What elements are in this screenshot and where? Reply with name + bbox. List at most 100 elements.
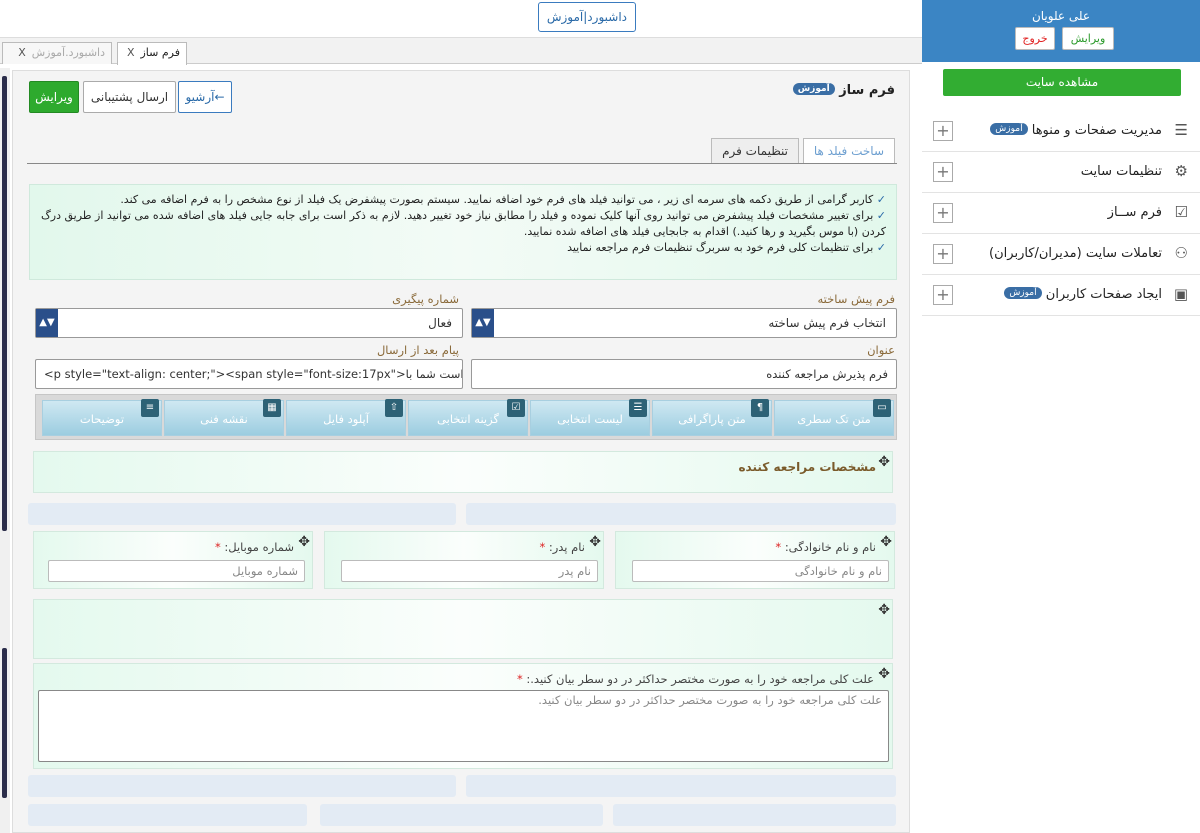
send-support-button[interactable]: ارسال پشتیبانی [83,81,176,113]
sidebar-item-interactions[interactable]: + ⚇ تعاملات سایت (مدیران/کاربران) [922,234,1200,275]
button-label: گزینه انتخابی [437,412,499,426]
sidebar-item-pages[interactable]: + ☰ مدیریت صفحات و منوها آموزش [922,111,1200,152]
upload-icon: ⇧ [385,399,403,417]
checkbox-icon: ☑ [507,399,525,417]
fullname-input[interactable]: نام و نام خانوادگی [632,560,889,582]
reason-field[interactable]: ✥ علت کلی مراجعه خود را به صورت مختصر حد… [33,663,893,769]
pages-icon: ☰ [1174,121,1188,139]
tab-build-fields[interactable]: ساخت فیلد ها [802,138,895,164]
tab-form-settings[interactable]: تنظیمات فرم [711,138,799,164]
checkbox-icon: ☑ [1174,203,1188,221]
heading-section[interactable]: ✥ مشخصات مراجعه کننده [33,451,893,493]
tracking-select[interactable]: فعال ▲▼ [35,308,463,338]
archive-button[interactable]: آرشیو← [178,81,232,113]
prebuilt-label: فرم پیش ساخته [817,292,896,306]
button-label: متن تک سطری [797,412,871,426]
add-single-line-button[interactable]: ▭ متن تک سطری [774,399,894,436]
list-icon: ☰ [629,399,647,417]
logout-button[interactable]: خروج [1015,27,1055,50]
drop-placeholder [613,804,896,826]
move-icon[interactable]: ✥ [878,454,890,470]
tab-dashboard[interactable]: داشبورد.آموزش X [2,42,112,64]
tutorial-badge[interactable]: آموزش [1004,287,1042,299]
button-label: متن پاراگرافی [678,412,746,426]
sidebar-item-site-settings[interactable]: + ⚙ تنظیمات سایت [922,152,1200,193]
view-site-button[interactable]: مشاهده سایت [943,69,1181,96]
close-icon[interactable]: X [127,46,135,59]
button-label: لیست انتخابی [557,412,623,426]
sidebar-item-label: فرم ســاز [1107,205,1162,220]
tutorial-badge[interactable]: آموزش [990,123,1028,135]
add-description-button[interactable]: ≡ توضیحات [42,399,162,436]
edit-button[interactable]: ویرایش [29,81,79,113]
prebuilt-select[interactable]: انتخاب فرم پیش ساخته ▲▼ [471,308,897,338]
button-label: توضیحات [79,412,125,426]
info-box: ✓ کاربر گرامی از طریق دکمه های سرمه ای ز… [29,184,897,280]
check-icon: ✓ [876,209,886,222]
info-line: کاربر گرامی از طریق دکمه های سرمه ای زیر… [120,193,874,206]
expand-icon[interactable]: + [933,121,953,141]
map-icon: ▦ [263,399,281,417]
mobile-field[interactable]: ✥ شماره موبایل: * شماره موبایل [33,531,313,589]
text-line-icon: ▭ [873,399,891,417]
drop-placeholder [466,503,896,525]
add-paragraph-button[interactable]: ¶ متن پاراگرافی [652,399,772,436]
sidebar-item-label: مدیریت صفحات و منوها آموزش [986,123,1162,138]
after-send-input[interactable]: <p style="text-align: center;"><span sty… [35,359,463,389]
add-upload-button[interactable]: ⇧ آپلود فایل [286,399,406,436]
move-icon[interactable]: ✥ [878,666,890,682]
move-icon[interactable]: ✥ [589,534,601,550]
scrollbar[interactable] [0,68,10,833]
page-tabs: داشبورد.آموزش X فرم ساز X [0,38,922,65]
tab-label: فرم ساز [140,46,180,59]
section-heading: مشخصات مراجعه کننده [738,460,876,474]
gear-icon: ⚙ [1174,162,1188,180]
paragraph-icon: ¶ [751,399,769,417]
drop-placeholder [466,775,896,797]
expand-icon[interactable]: + [933,162,953,182]
close-icon[interactable]: X [18,46,26,59]
add-checkbox-button[interactable]: ☑ گزینه انتخابی [408,399,528,436]
after-send-label: پیام بعد از ارسال [376,343,459,357]
tab-label: داشبورد.آموزش [31,46,105,59]
user-name: علی علویان [1031,9,1091,23]
move-icon[interactable]: ✥ [880,534,892,550]
mobile-input[interactable]: شماره موبایل [48,560,305,582]
users-icon: ⚇ [1174,244,1188,262]
father-name-field[interactable]: ✥ نام پدر: * نام پدر [324,531,604,589]
title-input[interactable]: فرم پذیرش مراجعه کننده [471,359,897,389]
empty-section[interactable]: ✥ [33,599,893,659]
tab-form-builder[interactable]: فرم ساز X [117,42,187,65]
fullname-field[interactable]: ✥ نام و نام خانوادگی: * نام و نام خانواد… [615,531,895,589]
add-list-button[interactable]: ☰ لیست انتخابی [530,399,650,436]
document-icon: ≡ [141,399,159,417]
father-name-label: نام پدر: * [539,540,585,554]
father-name-input[interactable]: نام پدر [341,560,598,582]
move-icon[interactable]: ✥ [298,534,310,550]
sidebar-item-user-pages[interactable]: + ▣ ایجاد صفحات کاربران آموزش [922,275,1200,316]
select-arrows-icon: ▲▼ [472,309,494,337]
expand-icon[interactable]: + [933,203,953,223]
prebuilt-value: انتخاب فرم پیش ساخته [768,316,886,330]
reason-textarea[interactable]: علت کلی مراجعه خود را به صورت مختصر حداک… [38,690,889,762]
info-line: برای تنظیمات کلی فرم خود به سربرگ تنظیما… [567,241,874,254]
info-line: برای تغییر مشخصات فیلد پیشفرض می توانید … [40,209,886,238]
dashboard-tutorial-link[interactable]: داشبورد|آموزش [537,2,636,32]
scroll-thumb[interactable] [2,76,7,531]
tracking-label: شماره پیگیری [392,292,459,306]
id-card-icon: ▣ [1173,285,1188,303]
add-map-button[interactable]: ▦ نقشه فنی [164,399,284,436]
drop-placeholder [28,804,307,826]
drop-placeholder [320,804,603,826]
move-icon[interactable]: ✥ [878,602,890,618]
tab-divider [27,163,897,164]
sidebar-item-label: تنظیمات سایت [1080,164,1162,179]
scroll-thumb-secondary[interactable] [2,648,7,798]
expand-icon[interactable]: + [933,244,953,264]
edit-profile-button[interactable]: ویرایش [1062,27,1114,50]
check-icon: ✓ [876,193,886,206]
sidebar-item-form-builder[interactable]: + ☑ فرم ســاز [922,193,1200,234]
sidebar-item-label: تعاملات سایت (مدیران/کاربران) [989,246,1162,261]
tutorial-badge[interactable]: آموزش [792,83,835,95]
expand-icon[interactable]: + [933,285,953,305]
